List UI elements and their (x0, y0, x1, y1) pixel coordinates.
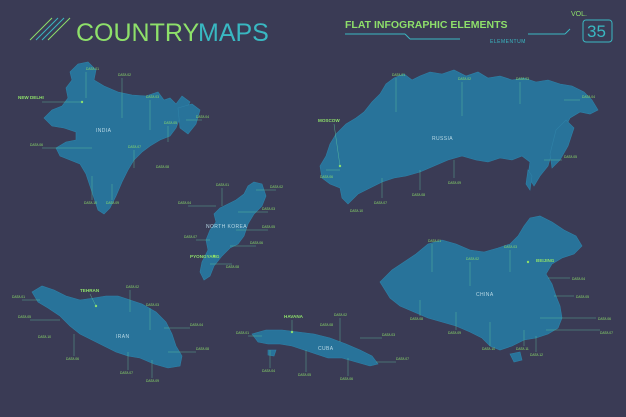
cuba-label: DATA 03 (382, 333, 395, 337)
china-label: DATA 08 (410, 317, 423, 321)
map-india: INDIA NEW DELHI DATA 01 DATA 02 DATA 03 … (18, 61, 209, 215)
china-label: DATA 07 (600, 331, 613, 335)
india-label: DATA 10 (84, 201, 97, 205)
cuba-label: DATA 07 (396, 357, 409, 361)
india-northeast-shape (177, 103, 201, 135)
cuba-label: DATA 06 (340, 377, 353, 381)
russia-label: DATA 06 (320, 175, 333, 179)
russia-label: DATA 10 (350, 209, 363, 213)
china-label: DATA 03 (504, 245, 517, 249)
header-stripes-decoration (29, 17, 71, 41)
cuba-name: CUBA (318, 346, 334, 352)
north-korea-capital: PYONGYANG (190, 254, 220, 259)
russia-label: DATA 04 (582, 95, 595, 99)
vol-label: VOL. (571, 11, 587, 18)
china-hainan-shape (509, 351, 523, 363)
india-label: DATA 03 (146, 95, 159, 99)
china-capital: BEIJING (536, 258, 555, 263)
iran-label: DATA 10 (38, 335, 51, 339)
india-label: DATA 06 (30, 143, 43, 147)
india-label: DATA 04 (196, 115, 209, 119)
china-label: DATA 05 (576, 295, 589, 299)
iran-label: DATA 09 (146, 379, 159, 383)
north-korea-capital-dot (212, 254, 216, 258)
iran-label: DATA 02 (126, 285, 139, 289)
north-korea-label: DATA 04 (178, 201, 191, 205)
cuba-label: DATA 05 (298, 373, 311, 377)
cuba-label: DATA 01 (236, 331, 249, 335)
russia-label: DATA 08 (412, 193, 425, 197)
map-china: CHINA BEIJING DATA 01 DATA 02 DATA 03 DA… (379, 215, 613, 363)
north-korea-label: DATA 08 (226, 265, 239, 269)
title-primary: COUNTRY (76, 19, 199, 47)
map-russia: RUSSIA MOSCOW DATA 01 DATA 02 DATA 03 DA… (318, 69, 599, 213)
north-korea-label: DATA 02 (270, 185, 283, 189)
russia-label: DATA 03 (516, 77, 529, 81)
cuba-label: DATA 08 (320, 323, 333, 327)
iran-label: DATA 08 (196, 347, 209, 351)
header: COUNTRY MAPS FLAT INFOGRAPHIC ELEMENTS E… (29, 11, 613, 47)
map-iran: IRAN TEHRAN DATA 01 DATA 02 DATA 03 DATA… (12, 285, 209, 383)
title-secondary: MAPS (198, 19, 269, 47)
brand-label: ELEMENTUM (490, 39, 526, 45)
cuba-shape (251, 329, 379, 367)
north-korea-label: DATA 05 (262, 225, 275, 229)
map-cuba: CUBA HAVANA DATA 01 DATA 02 DATA 03 DATA… (236, 313, 409, 381)
china-label: DATA 11 (516, 347, 529, 351)
china-label: DATA 04 (572, 277, 585, 281)
russia-label: DATA 05 (564, 155, 577, 159)
north-korea-label: DATA 01 (216, 183, 229, 187)
cuba-label: DATA 02 (334, 313, 347, 317)
china-label: DATA 02 (466, 257, 479, 261)
india-name: INDIA (96, 128, 112, 134)
russia-label: DATA 07 (374, 201, 387, 205)
iran-label: DATA 07 (120, 371, 133, 375)
cuba-isla-shape (267, 349, 277, 357)
iran-shape (31, 285, 183, 369)
china-name: CHINA (476, 292, 494, 298)
iran-name: IRAN (116, 334, 130, 340)
iran-label: DATA 01 (12, 295, 25, 299)
cuba-capital: HAVANA (284, 314, 304, 319)
north-korea-label: DATA 07 (184, 235, 197, 239)
india-label: DATA 09 (106, 201, 119, 205)
china-label: DATA 09 (448, 331, 461, 335)
india-label: DATA 05 (164, 121, 177, 125)
subtitle: FLAT INFOGRAPHIC ELEMENTS (345, 19, 508, 31)
china-label: DATA 10 (482, 347, 495, 351)
iran-label: DATA 06 (66, 357, 79, 361)
india-label: DATA 01 (86, 67, 99, 71)
china-label: DATA 12 (530, 353, 543, 357)
infographic-canvas: COUNTRY MAPS FLAT INFOGRAPHIC ELEMENTS E… (0, 0, 626, 417)
vol-number: 35 (587, 22, 606, 41)
iran-label: DATA 03 (146, 303, 159, 307)
north-korea-label: DATA 03 (262, 207, 275, 211)
iran-capital: TEHRAN (80, 288, 100, 293)
russia-label: DATA 01 (392, 73, 405, 77)
russia-label: DATA 09 (448, 181, 461, 185)
iran-label: DATA 04 (190, 323, 203, 327)
india-label: DATA 08 (156, 165, 169, 169)
china-label: DATA 06 (598, 317, 611, 321)
russia-capital: MOSCOW (318, 118, 340, 123)
india-label: DATA 02 (118, 73, 131, 77)
india-capital: NEW DELHI (18, 95, 44, 100)
north-korea-label: DATA 06 (250, 241, 263, 245)
china-label: DATA 01 (428, 239, 441, 243)
china-capital-dot (526, 260, 530, 264)
russia-label: DATA 02 (458, 77, 471, 81)
cuba-label: DATA 04 (262, 369, 275, 373)
map-north-korea: NORTH KOREA PYONGYANG DATA 01 DATA 02 DA… (178, 181, 283, 281)
iran-label: DATA 05 (18, 315, 31, 319)
india-label: DATA 07 (128, 145, 141, 149)
maps-svg: COUNTRY MAPS FLAT INFOGRAPHIC ELEMENTS E… (12, 11, 613, 383)
north-korea-name: NORTH KOREA (206, 224, 247, 230)
russia-name: RUSSIA (432, 136, 453, 142)
